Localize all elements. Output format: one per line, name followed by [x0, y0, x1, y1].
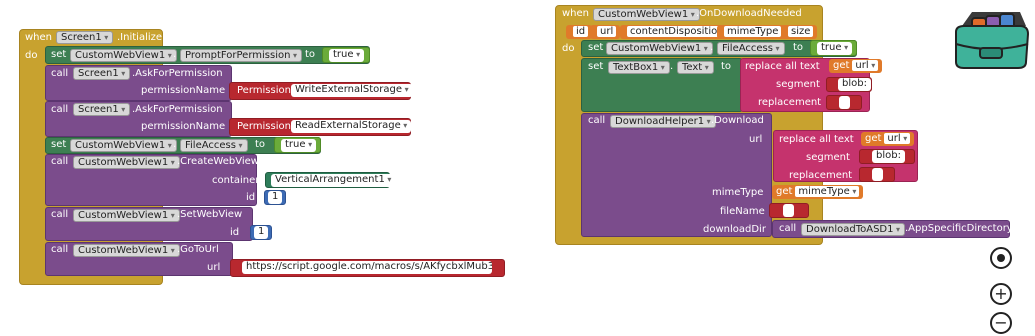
get-url-block[interactable]: get url [829, 59, 883, 73]
when-label: when [25, 32, 53, 43]
arrangement-dropdown[interactable]: VerticalArrangement1 [271, 174, 396, 187]
id-number[interactable]: 1 [268, 191, 283, 204]
container-label: container [212, 175, 260, 186]
param-size[interactable]: size [781, 25, 818, 39]
param-url[interactable]: url [590, 25, 621, 39]
webview-dropdown[interactable]: CustomWebView1 [73, 209, 180, 222]
true-dropdown[interactable]: true [817, 42, 853, 55]
url-label: url [207, 262, 221, 273]
segment-label: segment [776, 79, 820, 90]
call-label: call [51, 68, 69, 79]
replacement-text[interactable] [839, 96, 850, 109]
permission-read-dropdown[interactable]: ReadExternalStorage [291, 120, 412, 133]
filename-param-label: fileName [720, 206, 765, 217]
permission-name-label: permissionName [141, 121, 226, 132]
dot-label: . [173, 49, 177, 60]
screen-dropdown[interactable]: Screen1 [73, 67, 131, 80]
zoom-out-icon[interactable]: − [990, 312, 1012, 334]
filename-text[interactable] [783, 204, 794, 217]
webview-dropdown[interactable]: CustomWebView1 [70, 139, 177, 152]
webview-component-dropdown[interactable]: CustomWebView1 [593, 8, 700, 21]
call-label: call [51, 104, 69, 115]
id-label: id [246, 192, 256, 203]
permission-name-label: permissionName [141, 85, 226, 96]
asd-dropdown[interactable]: DownloadToASD1 [801, 223, 906, 236]
screen-dropdown[interactable]: Screen1 [73, 103, 131, 116]
webview-dropdown[interactable]: CustomWebView1 [70, 49, 177, 62]
method-label: .Download [711, 115, 764, 126]
url-text-value[interactable]: https://script.google.com/macros/s/AKfyc… [242, 261, 492, 274]
helper-dropdown[interactable]: DownloadHelper1 [610, 115, 716, 128]
property-dropdown[interactable]: FileAccess [717, 42, 785, 55]
when-label: when [562, 8, 590, 19]
permission-write-dropdown[interactable]: WriteExternalStorage [291, 84, 413, 97]
method-label: .GoToUrl [177, 244, 219, 255]
replace-all-label: replace all text [779, 134, 854, 145]
mimetype-param-label: mimeType [712, 187, 764, 198]
dot-label: . [710, 42, 714, 53]
set-label: set [588, 61, 604, 72]
webview-dropdown[interactable]: CustomWebView1 [606, 42, 713, 55]
method-label: .AppSpecificDirectory [905, 223, 1013, 234]
property-dropdown[interactable]: PromptForPermission [180, 49, 302, 62]
dot-label: . [173, 139, 177, 150]
segment-text[interactable]: blob: [872, 150, 905, 163]
method-label: .CreateWebView [177, 156, 259, 167]
id-label: id [230, 227, 240, 238]
call-label: call [51, 209, 69, 220]
target-icon[interactable] [990, 247, 1012, 269]
webview-dropdown[interactable]: CustomWebView1 [73, 156, 180, 169]
call-label: call [51, 156, 69, 167]
property-dropdown[interactable]: Text [677, 61, 714, 74]
param-id[interactable]: id [566, 25, 593, 39]
event-name: .OnDownloadNeeded [696, 8, 802, 19]
webview-dropdown[interactable]: CustomWebView1 [73, 244, 180, 257]
call-label: call [588, 115, 606, 126]
replace-all-label: replace all text [745, 61, 820, 72]
method-label: .AskForPermission [132, 104, 223, 115]
to-label: to [305, 49, 316, 60]
downloaddir-param-label: downloadDir [703, 224, 766, 235]
do-label: do [25, 50, 38, 61]
segment-text[interactable]: blob: [838, 78, 871, 91]
replacement-label: replacement [789, 170, 853, 181]
true-dropdown[interactable]: true [281, 139, 317, 152]
segment-label: segment [806, 152, 850, 163]
set-label: set [51, 49, 67, 60]
zoom-in-icon[interactable]: + [990, 283, 1012, 305]
true-dropdown[interactable]: true [329, 49, 365, 62]
replacement-text[interactable] [872, 168, 883, 181]
set-label: set [588, 42, 604, 53]
call-label: call [779, 223, 797, 234]
permission-label: Permission [237, 121, 291, 132]
method-label: .SetWebView [177, 209, 243, 220]
method-label: .AskForPermission [132, 68, 223, 79]
call-label: call [51, 244, 69, 255]
param-mimetype[interactable]: mimeType [717, 25, 786, 39]
event-name: .Initialize [117, 32, 163, 43]
backpack-icon[interactable] [950, 4, 1030, 74]
property-dropdown[interactable]: FileAccess [180, 139, 248, 152]
textbox-dropdown[interactable]: TextBox1 [608, 61, 670, 74]
get-url-block[interactable]: get url [861, 132, 915, 146]
dot-label: . [670, 61, 674, 72]
to-label: to [255, 139, 266, 150]
screen1-component-dropdown[interactable]: Screen1 [56, 31, 114, 44]
to-label: to [721, 61, 732, 72]
do-label: do [562, 43, 575, 54]
replacement-label: replacement [758, 97, 822, 108]
id-number[interactable]: 1 [254, 226, 269, 239]
set-label: set [51, 139, 67, 150]
get-mimetype-block[interactable]: get mimeType [772, 185, 864, 199]
param-content-disposition[interactable]: contentDisposition [620, 25, 731, 39]
url-param-label: url [749, 134, 763, 145]
permission-label: Permission [237, 85, 291, 96]
to-label: to [793, 42, 804, 53]
